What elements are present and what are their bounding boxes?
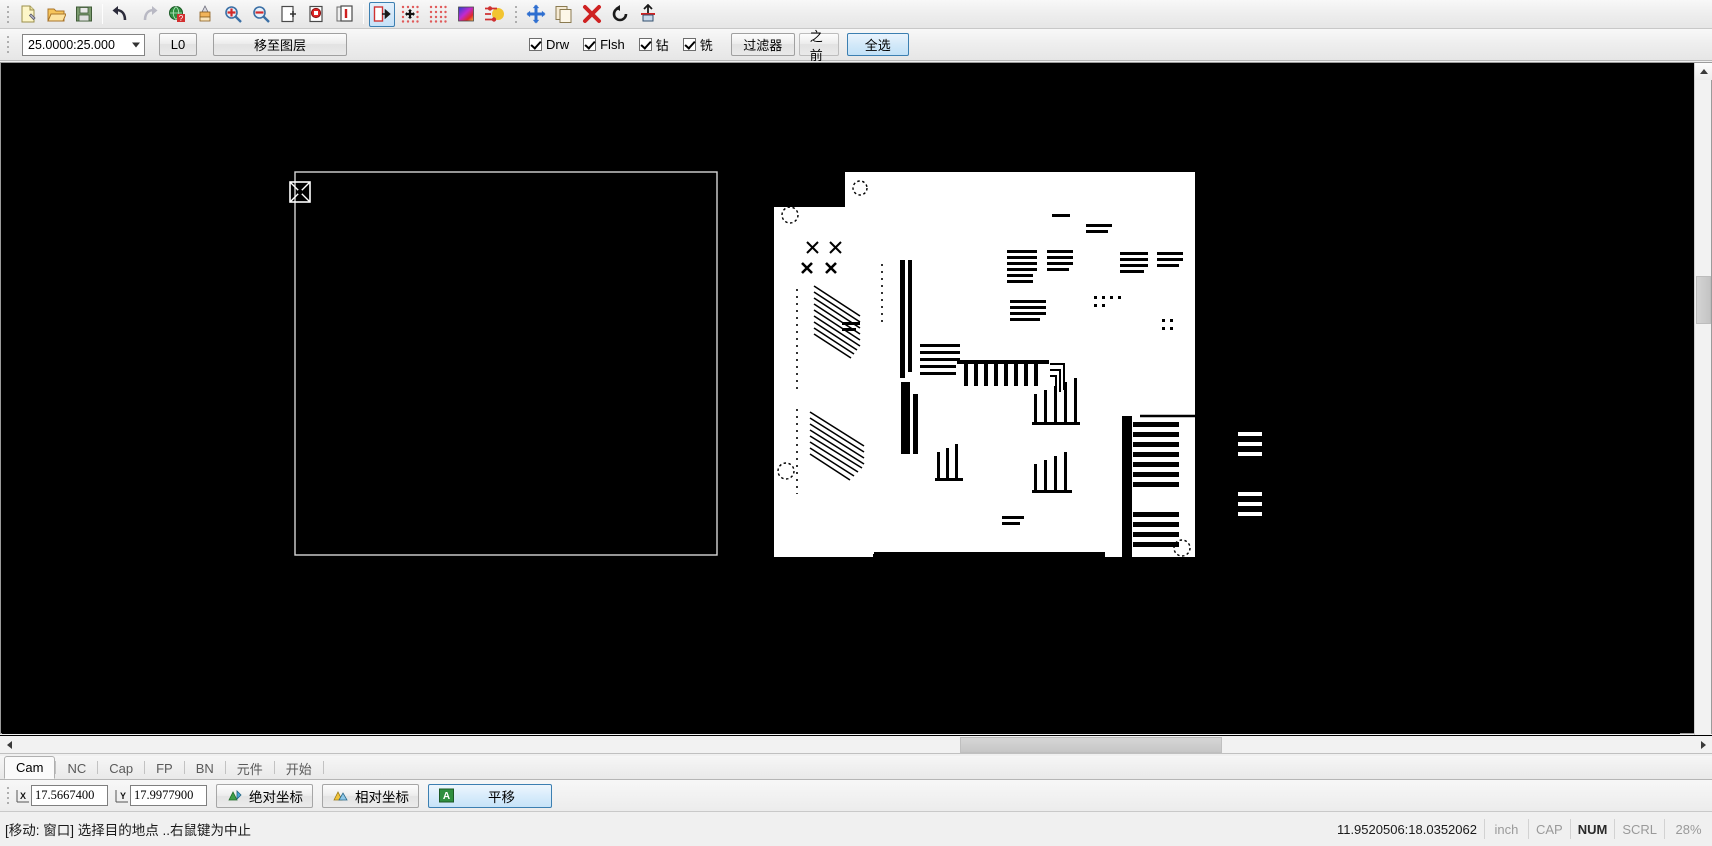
- tab-separator: [323, 761, 324, 774]
- checkbox-mill-box[interactable]: [683, 38, 696, 51]
- save-disk-icon[interactable]: [71, 2, 97, 27]
- vertical-scrollbar[interactable]: [1694, 63, 1711, 735]
- checkbox-flsh-box[interactable]: [583, 38, 596, 51]
- pcb-drawing[interactable]: [2, 64, 1680, 734]
- grid-dots-icon[interactable]: [425, 2, 451, 27]
- tab-components[interactable]: 元件: [226, 757, 274, 779]
- status-scrl: SCRL: [1614, 819, 1664, 839]
- toolbar-grip[interactable]: [4, 4, 11, 24]
- before-button[interactable]: 之前: [799, 33, 839, 56]
- color-palette-icon[interactable]: [453, 2, 479, 27]
- x-coordinate-field[interactable]: 17.5667400: [31, 785, 108, 806]
- checkbox-drill[interactable]: 钻: [639, 35, 669, 54]
- resolution-combobox[interactable]: 25.0000:25.000: [22, 34, 145, 56]
- checkbox-drw[interactable]: Drw: [529, 37, 569, 52]
- main-toolbar: ?: [0, 0, 1712, 29]
- layer-button[interactable]: L0: [159, 33, 197, 56]
- undo-arrow-icon[interactable]: [108, 2, 134, 27]
- refresh-globe-icon[interactable]: ?: [164, 2, 190, 27]
- status-coordinates: 11.9520506:18.0352062: [1264, 819, 1484, 839]
- layer-toolbar-grip[interactable]: [4, 35, 11, 55]
- tab-cap[interactable]: Cap: [98, 757, 144, 779]
- clean-brush-icon[interactable]: [192, 2, 218, 27]
- x-axis-icon: X: [14, 785, 31, 806]
- move-layer-icon[interactable]: [369, 2, 395, 27]
- delete-x-icon[interactable]: [579, 2, 605, 27]
- copy-page-icon[interactable]: [332, 2, 358, 27]
- svg-text:A: A: [443, 791, 450, 802]
- relative-coord-icon: [332, 787, 349, 804]
- horizontal-scrollbar[interactable]: [0, 735, 1712, 754]
- zoom-in-icon[interactable]: [220, 2, 246, 27]
- checkbox-drill-box[interactable]: [639, 38, 652, 51]
- rotate-icon[interactable]: [607, 2, 633, 27]
- checkbox-mill[interactable]: 铣: [683, 35, 713, 54]
- move-cross-icon[interactable]: [523, 2, 549, 27]
- tab-nc[interactable]: NC: [56, 757, 97, 779]
- bottom-tab-bar: Cam NC Cap FP BN 元件 开始: [0, 756, 1712, 780]
- status-cap: CAP: [1528, 819, 1570, 839]
- status-num: NUM: [1570, 819, 1615, 839]
- settings-sliders-icon[interactable]: [481, 2, 507, 27]
- y-coordinate-field[interactable]: 17.9977900: [130, 785, 207, 806]
- add-frame-icon[interactable]: [276, 2, 302, 27]
- tab-bn[interactable]: BN: [185, 757, 225, 779]
- horizontal-scroll-thumb[interactable]: [960, 737, 1222, 753]
- record-stop-icon[interactable]: [304, 2, 330, 27]
- design-canvas[interactable]: [2, 64, 1680, 734]
- duplicate-icon[interactable]: [551, 2, 577, 27]
- mirror-icon[interactable]: [635, 2, 661, 27]
- grid-points-red-icon[interactable]: [397, 2, 423, 27]
- open-folder-icon[interactable]: [43, 2, 69, 27]
- toolbar-grip-2[interactable]: [512, 4, 519, 24]
- toolbar-separator: [102, 4, 103, 24]
- vertical-scroll-thumb[interactable]: [1696, 276, 1711, 324]
- relative-coordinates-button[interactable]: 相对坐标: [322, 784, 419, 808]
- move-to-layer-button[interactable]: 移至图层: [213, 33, 347, 56]
- tab-start[interactable]: 开始: [275, 757, 323, 779]
- toolbar-separator-2: [363, 4, 364, 24]
- absolute-coord-icon: [226, 787, 243, 804]
- coordinate-bar: X 17.5667400 Y 17.9977900 绝对坐标 相对坐标 A 平移: [0, 780, 1712, 812]
- select-all-button[interactable]: 全选: [847, 33, 909, 56]
- redo-arrow-icon[interactable]: [136, 2, 162, 27]
- canvas-container: [0, 62, 1712, 734]
- status-message: [移动: 窗口] 选择目的地点 ..右鼠键为中止: [5, 819, 251, 839]
- scroll-left-arrow-icon[interactable]: [0, 736, 18, 753]
- status-bar: [移动: 窗口] 选择目的地点 ..右鼠键为中止 11.9520506:18.0…: [0, 812, 1712, 846]
- svg-text:Y: Y: [119, 791, 125, 801]
- tab-fp[interactable]: FP: [145, 757, 184, 779]
- status-units: inch: [1484, 819, 1528, 839]
- scroll-right-arrow-icon[interactable]: [1694, 736, 1712, 753]
- layer-toolbar: 25.0000:25.000 L0 移至图层 Drw Flsh 钻 铣 过滤器 …: [0, 29, 1712, 61]
- checkbox-drw-box[interactable]: [529, 38, 542, 51]
- y-axis-icon: Y: [113, 785, 130, 806]
- absolute-coordinates-button[interactable]: 绝对坐标: [216, 784, 313, 808]
- zoom-out-icon[interactable]: [248, 2, 274, 27]
- filter-button[interactable]: 过滤器: [731, 33, 795, 56]
- checkbox-flsh[interactable]: Flsh: [583, 37, 625, 52]
- chevron-down-icon: [132, 42, 140, 47]
- svg-text:?: ?: [179, 14, 184, 23]
- tab-cam[interactable]: Cam: [4, 756, 55, 779]
- scroll-up-arrow-icon[interactable]: [1695, 63, 1712, 80]
- status-zoom: 28%: [1664, 819, 1712, 839]
- resolution-value: 25.0000:25.000: [28, 38, 115, 52]
- coordbar-grip[interactable]: [4, 786, 11, 806]
- svg-text:X: X: [19, 791, 25, 801]
- new-file-icon[interactable]: [15, 2, 41, 27]
- pan-button[interactable]: A 平移: [428, 784, 552, 808]
- pan-icon: A: [438, 787, 455, 804]
